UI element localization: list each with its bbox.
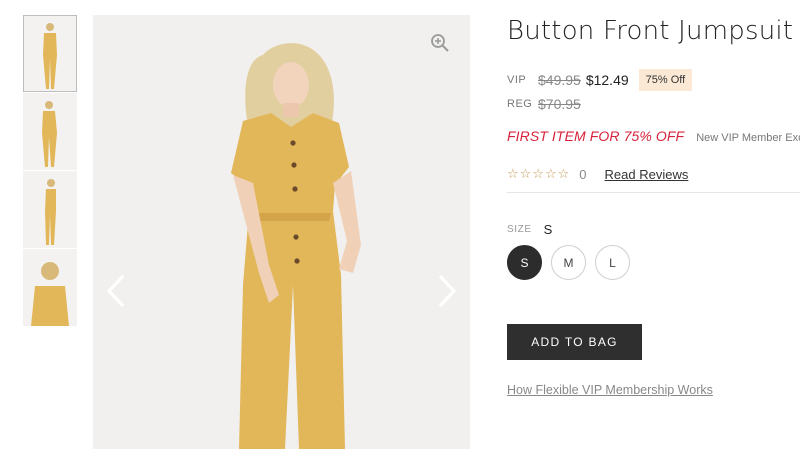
divider (507, 192, 800, 193)
read-reviews-link[interactable]: Read Reviews (605, 167, 689, 182)
add-to-bag-button[interactable]: ADD TO BAG (507, 324, 642, 360)
regular-price-row: REG $70.95 (507, 96, 581, 112)
size-options: S M L (507, 245, 639, 280)
size-selector-label: SIZE S (507, 222, 552, 237)
thumbnail-2[interactable] (23, 93, 77, 170)
thumbnail-list (23, 15, 77, 327)
thumbnail-image (43, 23, 57, 89)
vip-membership-link[interactable]: How Flexible VIP Membership Works (507, 383, 713, 397)
reg-label: REG (507, 98, 533, 110)
rating-count: 0 (579, 166, 587, 182)
chevron-left-icon[interactable] (103, 273, 129, 309)
thumbnail-3[interactable] (23, 171, 77, 248)
product-info-panel: Button Front Jumpsuit VIP $49.95 $12.49 … (507, 14, 800, 397)
main-product-image (93, 15, 470, 449)
thumbnail-image (42, 101, 57, 167)
size-option-m[interactable]: M (551, 245, 586, 280)
star-rating-icon: ☆☆☆☆☆ (507, 166, 571, 181)
promo-row: FIRST ITEM FOR 75% OFF New VIP Member Ex… (507, 128, 800, 144)
size-label: SIZE (507, 224, 532, 235)
vip-price: $12.49 (585, 72, 629, 88)
thumbnail-image (45, 179, 56, 245)
chevron-right-icon[interactable] (434, 273, 460, 309)
selected-size: S (543, 222, 553, 237)
regular-price: $70.95 (538, 96, 581, 112)
size-option-l[interactable]: L (595, 245, 630, 280)
product-title: Button Front Jumpsuit (507, 16, 794, 46)
vip-old-price: $49.95 (538, 72, 581, 88)
promo-note: New VIP Member Exclusive (696, 132, 800, 144)
discount-badge: 75% Off (638, 69, 693, 91)
promo-text: FIRST ITEM FOR 75% OFF (507, 128, 685, 144)
thumbnail-image (31, 262, 69, 326)
thumbnail-1[interactable] (23, 15, 77, 92)
product-photo (231, 43, 361, 449)
vip-label: VIP (507, 74, 527, 86)
size-option-s[interactable]: S (507, 245, 542, 280)
vip-price-row: VIP $49.95 $12.49 75% Off (507, 69, 693, 91)
rating-row: ☆☆☆☆☆ 0 Read Reviews (507, 166, 688, 182)
thumbnail-4[interactable] (23, 249, 77, 326)
zoom-in-icon[interactable] (430, 33, 450, 53)
